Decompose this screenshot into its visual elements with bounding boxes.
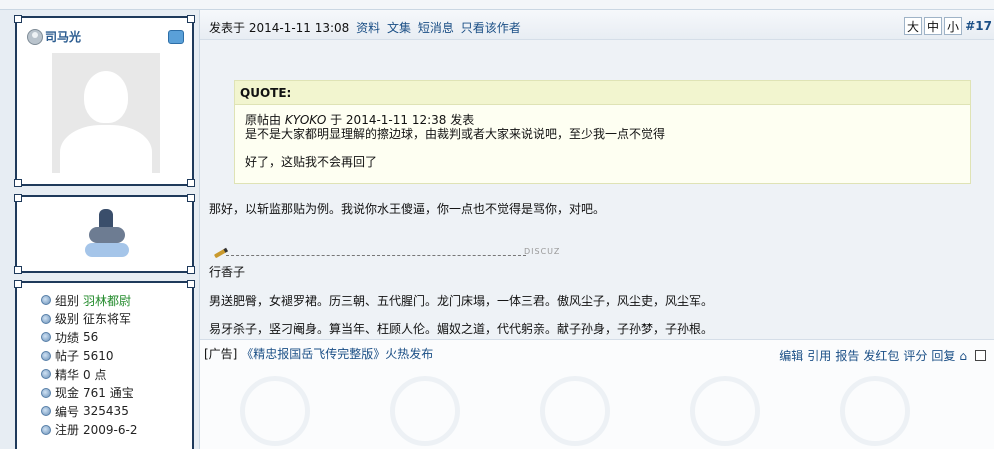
frame-corner <box>14 194 22 202</box>
post-actions: 编辑 引用 报告 发红包 评分 回复 ⌂ <box>775 347 986 364</box>
post-date: 发表于 2014-1-11 13:08 <box>209 21 350 35</box>
frame-corner <box>187 266 195 274</box>
signature-line: 男送肥臀，女褪罗裙。历三朝、五代腥门。龙门床塌，一体三君。傲风尘子，风尘吏，风尘… <box>209 294 714 308</box>
ad-banner: [广告] 《精忠报国岳飞传完整版》火热发布 <box>204 345 433 362</box>
profile-link[interactable]: 资料 <box>356 21 380 35</box>
discuz-tag: DISCUZ <box>524 247 561 256</box>
frame-corner <box>187 15 195 23</box>
signature-line: 易牙杀子，竖刁阉身。算当年、枉顾人伦。媚奴之道，代代躬亲。献子孙身，子孙梦，子孙… <box>209 322 714 336</box>
report-button[interactable]: 报告 <box>835 347 859 364</box>
stat-digest: 精华 0 点 <box>41 365 137 384</box>
red-packet-button[interactable]: 发红包 <box>863 347 899 364</box>
user-icon <box>27 28 43 45</box>
quote-source: 原帖由 KYOKO 于 2014-1-11 12:38 发表 <box>245 113 475 127</box>
bullet-icon <box>41 313 51 324</box>
post-content: 发表于 2014-1-11 13:08 资料 文集 短消息 只看该作者 大 中 … <box>200 10 994 449</box>
bullet-icon <box>41 406 51 417</box>
frame-corner <box>14 266 22 274</box>
frame-corner <box>14 280 22 288</box>
quote-line: 好了，这贴我不会再回了 <box>245 155 378 169</box>
top-divider <box>0 0 994 10</box>
quote-line: 是不是大家都明显理解的擦边球，由裁判或者大家来说说吧，至少我一点不觉得 <box>245 127 666 141</box>
ad-link[interactable]: 《精忠报国岳飞传完整版》火热发布 <box>241 347 433 361</box>
user-info-column: 司马光 组别 羽林都尉 级别 征东将军 功绩 56 帖子 5610 精华 0 点… <box>0 10 200 449</box>
quote-title: QUOTE: <box>235 81 970 105</box>
bullet-icon <box>41 295 51 306</box>
font-large-button[interactable]: 大 <box>904 17 922 35</box>
frame-corner <box>14 15 22 23</box>
user-stats-list: 组别 羽林都尉 级别 征东将军 功绩 56 帖子 5610 精华 0 点 现金 761 通宝… <box>41 291 137 439</box>
frame-corner <box>187 179 195 187</box>
stat-posts: 帖子 5610 <box>41 347 137 366</box>
quote-block: QUOTE: 原帖由 KYOKO 于 2014-1-11 12:38 发表 是不… <box>234 80 971 184</box>
post-footer: [广告] 《精忠报国岳飞传完整版》火热发布 编辑 引用 报告 发红包 评分 回复… <box>200 339 994 449</box>
stat-level: 级别 征东将军 <box>41 310 137 329</box>
post-meta: 发表于 2014-1-11 13:08 资料 文集 短消息 只看该作者 <box>209 19 521 36</box>
rank-image-box <box>14 194 195 274</box>
font-medium-button[interactable]: 中 <box>924 17 942 35</box>
quote-body: 原帖由 KYOKO 于 2014-1-11 12:38 发表 是不是大家都明显理… <box>235 105 970 177</box>
bullet-icon <box>41 424 51 435</box>
online-status-icon[interactable] <box>168 30 184 44</box>
reply-button[interactable]: 回复 <box>931 347 955 364</box>
stat-registered: 注册 2009-6-2 <box>41 421 137 440</box>
quote-button[interactable]: 引用 <box>807 347 831 364</box>
edit-button[interactable]: 编辑 <box>779 347 803 364</box>
rate-button[interactable]: 评分 <box>903 347 927 364</box>
bullet-icon <box>41 350 51 361</box>
frame-corner <box>187 194 195 202</box>
username-link[interactable]: 司马光 <box>45 28 81 45</box>
back-to-top-icon[interactable]: ⌂ <box>959 349 967 363</box>
signature-divider: DISCUZ <box>212 245 568 261</box>
rank-horseman-icon <box>85 209 129 261</box>
post-body: 那好，以斩监那贴为例。我说你水王傻逼，你一点也不觉得是骂你，对吧。 <box>209 202 606 216</box>
user-stats-box: 组别 羽林都尉 级别 征东将军 功绩 56 帖子 5610 精华 0 点 现金 761 通宝… <box>14 280 195 449</box>
ad-label: [广告] <box>204 347 238 361</box>
frame-corner <box>187 280 195 288</box>
page: 司马光 组别 羽林都尉 级别 征东将军 功绩 56 帖子 5610 精华 0 点… <box>0 0 994 449</box>
frame-corner <box>14 179 22 187</box>
floor-number[interactable]: #17 <box>965 19 992 33</box>
stat-cash: 现金 761 通宝 <box>41 384 137 403</box>
avatar-shoulders-shape <box>60 125 152 173</box>
bullet-icon <box>41 332 51 343</box>
stat-id: 编号 325435 <box>41 402 137 421</box>
quote-author: KYOKO <box>284 113 327 127</box>
avatar[interactable] <box>52 53 160 173</box>
user-avatar-box: 司马光 <box>14 15 195 187</box>
bullet-icon <box>41 369 51 380</box>
stat-merit: 功绩 56 <box>41 328 137 347</box>
signature-title: 行香子 <box>209 265 246 279</box>
bullet-icon <box>41 387 51 398</box>
message-link[interactable]: 短消息 <box>418 21 454 35</box>
collection-link[interactable]: 文集 <box>387 21 411 35</box>
select-post-checkbox[interactable] <box>975 350 986 361</box>
pencil-icon <box>212 245 229 261</box>
avatar-head-shape <box>84 71 128 123</box>
author-only-link[interactable]: 只看该作者 <box>461 21 521 35</box>
font-small-button[interactable]: 小 <box>944 17 962 35</box>
post-header: 发表于 2014-1-11 13:08 资料 文集 短消息 只看该作者 大 中 … <box>200 10 994 40</box>
stat-group: 组别 羽林都尉 <box>41 291 137 310</box>
font-size-controls: 大 中 小 <box>902 17 962 35</box>
user-name-row: 司马光 <box>27 28 81 45</box>
